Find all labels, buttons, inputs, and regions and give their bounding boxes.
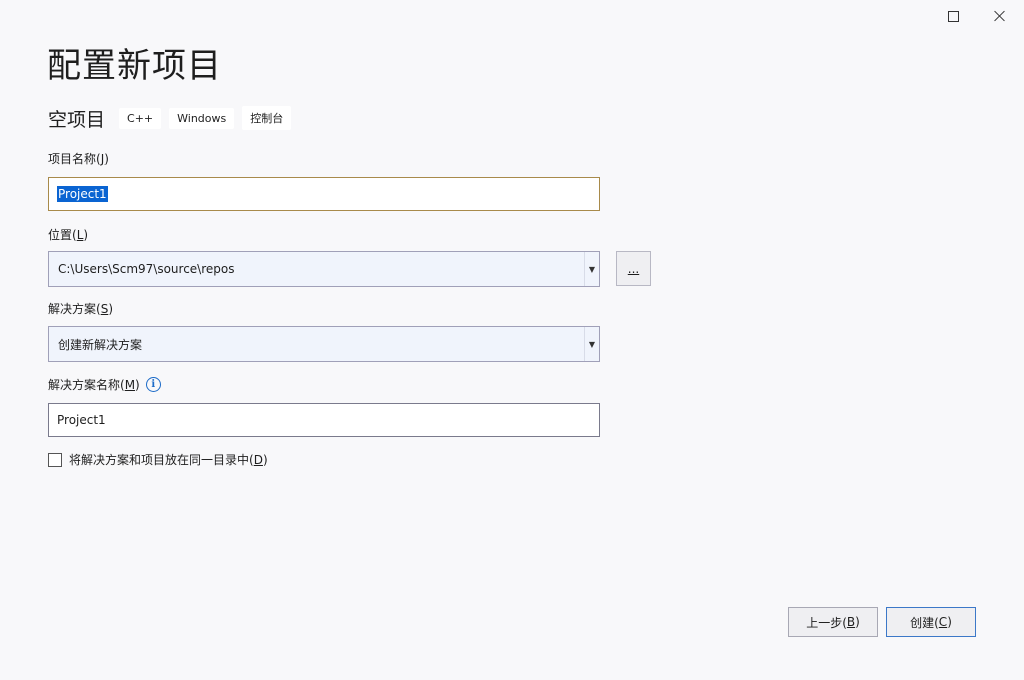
location-value: C:\Users\Scm97\source\repos bbox=[58, 262, 235, 276]
chevron-down-icon[interactable]: ▼ bbox=[584, 252, 599, 286]
page-title: 配置新项目 bbox=[47, 46, 222, 86]
solution-name-label: 解决方案名称(M) i bbox=[48, 376, 161, 393]
configure-project-window: 配置新项目 空项目 C++ Windows 控制台 项目名称(J) Projec… bbox=[0, 0, 1024, 680]
browse-button[interactable]: ... bbox=[616, 251, 651, 286]
solution-label: 解决方案(S) bbox=[48, 301, 113, 317]
template-name: 空项目 bbox=[48, 108, 106, 131]
same-directory-option[interactable]: 将解决方案和项目放在同一目录中(D) bbox=[48, 451, 268, 468]
maximize-button[interactable] bbox=[931, 0, 975, 32]
solution-value: 创建新解决方案 bbox=[58, 337, 143, 352]
create-button[interactable]: 创建(C) bbox=[886, 607, 976, 637]
tag-cpp: C++ bbox=[119, 107, 162, 129]
info-icon[interactable]: i bbox=[145, 377, 161, 392]
tag-windows: Windows bbox=[169, 107, 235, 129]
same-directory-label: 将解决方案和项目放在同一目录中(D) bbox=[69, 453, 268, 467]
same-directory-checkbox[interactable] bbox=[48, 452, 62, 467]
solution-name-value: Project1 bbox=[57, 413, 106, 427]
solution-combobox[interactable]: 创建新解决方案 ▼ bbox=[48, 326, 600, 362]
maximize-icon bbox=[947, 10, 959, 22]
tag-console: 控制台 bbox=[242, 106, 292, 130]
template-info: 空项目 C++ Windows 控制台 bbox=[48, 104, 299, 132]
project-name-input[interactable]: Project1 bbox=[48, 177, 600, 211]
solution-name-input[interactable]: Project1 bbox=[48, 403, 600, 437]
close-button[interactable] bbox=[978, 0, 1022, 32]
close-icon bbox=[994, 10, 1006, 22]
back-button[interactable]: 上一步(B) bbox=[788, 607, 878, 637]
location-label: 位置(L) bbox=[48, 227, 89, 243]
project-name-value: Project1 bbox=[57, 186, 108, 202]
chevron-down-icon[interactable]: ▼ bbox=[584, 327, 599, 361]
project-name-label: 项目名称(J) bbox=[48, 151, 109, 167]
location-combobox[interactable]: C:\Users\Scm97\source\repos ▼ bbox=[48, 251, 600, 287]
